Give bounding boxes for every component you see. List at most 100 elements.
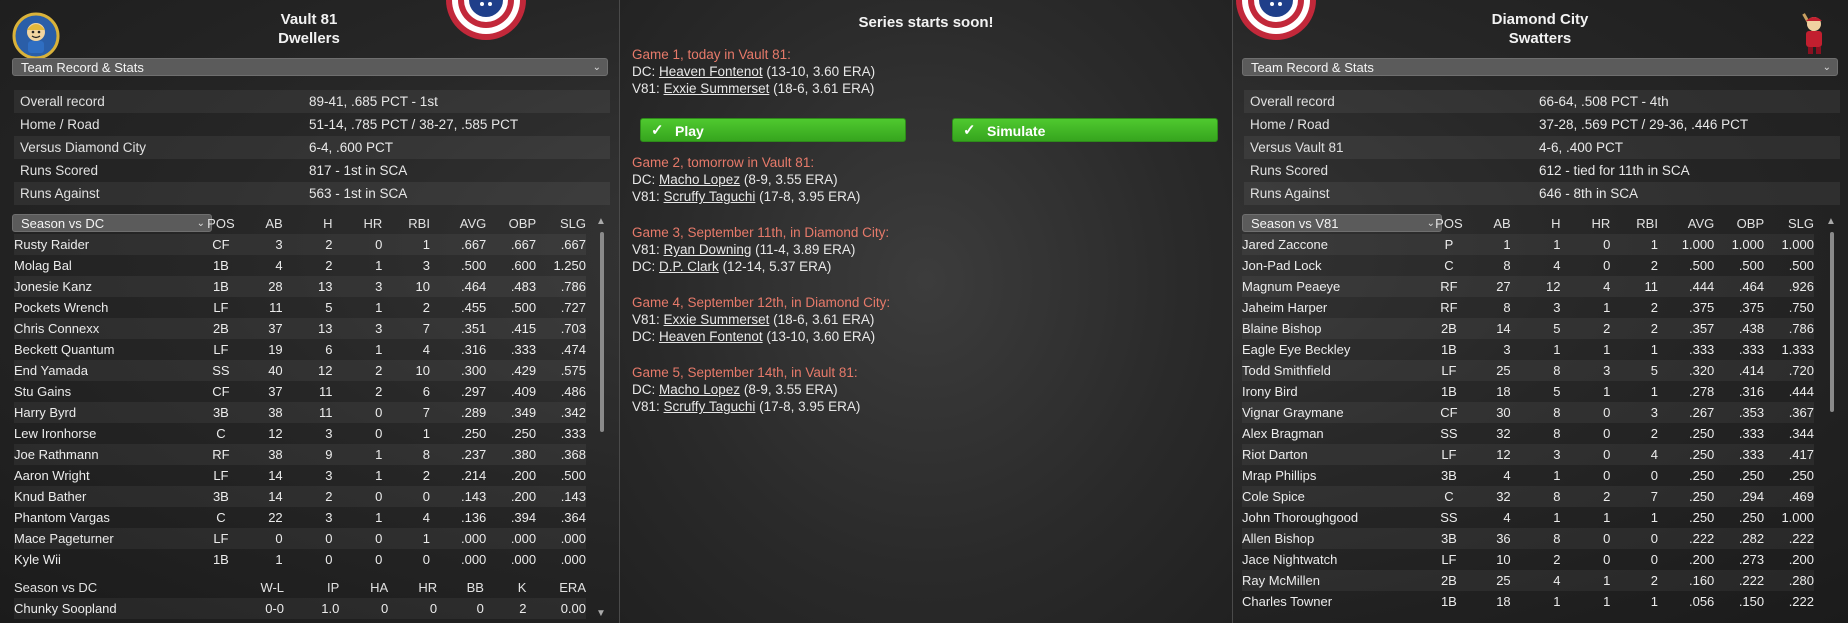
team-stats-dropdown[interactable]: Team Record & Stats ⌄ [1242, 58, 1838, 76]
pitcher-link[interactable]: Ryan Downing [664, 242, 752, 257]
table-row[interactable]: Eagle Eye Beckley 1B 3 1 1 1.333.333 1.333 [1242, 339, 1814, 360]
pitching-header-bb[interactable]: BB [437, 577, 484, 598]
stat-label: Overall record [1250, 94, 1335, 109]
play-label: Play [675, 123, 704, 139]
pitcher-link[interactable]: Macho Lopez [659, 382, 740, 397]
table-row[interactable]: Knud Bather 3B 14 2 0 0.143.200.143 [14, 486, 586, 507]
batting-header-hr[interactable]: HR [1560, 213, 1611, 234]
batting-header-obp[interactable]: OBP [486, 213, 536, 234]
table-row[interactable]: Blaine Bishop 2B 14 5 2 2.357.438.786 [1242, 318, 1814, 339]
table-row[interactable]: Phantom Vargas C 22 3 1 4 .136 .394 .364 [14, 507, 586, 528]
batter-name: Lew Ironhorse [14, 426, 97, 441]
pitching-header-ip[interactable]: IP [284, 577, 339, 598]
table-row[interactable]: Magnum Peaeye RF 27 12 4 11.444.464.926 [1242, 276, 1814, 297]
batting-header-rbi[interactable]: RBI [1610, 213, 1658, 234]
batter-obp: .000 [510, 552, 537, 567]
table-row[interactable]: End Yamada SS 40 12 2 10.300.429.575 [14, 360, 586, 381]
table-row[interactable]: Charles Towner 1B 18 1 1 1 .056 .150 .222 [1242, 591, 1814, 612]
batting-header-pos[interactable]: POS [205, 213, 238, 234]
table-row[interactable]: Irony Bird 1B 18 5 1 1 .278 .316 .444 [1242, 381, 1814, 402]
scrollbar-thumb[interactable] [600, 232, 604, 432]
pitching-header-era[interactable]: ERA [526, 577, 586, 598]
table-row[interactable]: Pockets Wrench LF 11 5 1 2 .455 .500 .727 [14, 297, 586, 318]
team-stats-dropdown[interactable]: Team Record & Stats ⌄ [12, 58, 608, 76]
scroll-up-icon[interactable]: ▲ [1826, 216, 1836, 227]
table-row[interactable]: Rusty Raider CF 3 2 0 1.667.667.667 [14, 234, 586, 255]
batting-header-h[interactable]: H [283, 213, 332, 234]
table-row[interactable]: Todd Smithfield LF 25 8 3 5.320.414.720 [1242, 360, 1814, 381]
batter-ab: 38 [237, 444, 283, 465]
batting-header-obp[interactable]: OBP [1714, 213, 1764, 234]
pitcher-link[interactable]: Scruffy Taguchi [664, 189, 756, 204]
batter-slg: .926 [1764, 276, 1814, 297]
batter-h: 1 [1553, 468, 1561, 483]
table-row[interactable]: Alex Bragman SS 32 8 0 2 .250 .333 .344 [1242, 423, 1814, 444]
pitching-header-wl[interactable]: W-L [233, 577, 284, 598]
table-row[interactable]: Jonesie Kanz 1B 28 13 3 10.464.483.786 [14, 276, 586, 297]
pitcher-link[interactable]: Exxie Summerset [664, 312, 770, 327]
batting-header-avg[interactable]: AVG [430, 213, 487, 234]
batting-header-rbi[interactable]: RBI [382, 213, 430, 234]
batting-header-hr[interactable]: HR [332, 213, 383, 234]
play-button[interactable]: ✓ Play [640, 118, 906, 142]
batter-pos: 1B [1440, 594, 1457, 609]
batter-rbi: 0 [382, 486, 430, 507]
table-row[interactable]: Allen Bishop 3B 36 8 0 0.222.282.222 [1242, 528, 1814, 549]
table-row[interactable]: Harry Byrd 3B 38 11 0 7.289.349.342 [14, 402, 586, 423]
table-row[interactable]: Jon-Pad Lock C 8 4 0 2 .500 .500 .500 [1242, 255, 1814, 276]
batting-header-slg[interactable]: SLG [536, 213, 586, 234]
batter-avg: .250 [1657, 444, 1715, 465]
table-row[interactable]: Mace Pageturner LF 0 0 0 1.000.000.000 [14, 528, 586, 549]
batter-ab: 40 [237, 360, 283, 381]
pitching-header-k[interactable]: K [484, 577, 527, 598]
table-row[interactable]: Beckett Quantum LF 19 6 1 4 .316 .333 .474 [14, 339, 586, 360]
batter-rbi: 2 [422, 300, 430, 315]
table-row[interactable]: Kyle Wii 1B 1 0 0 0 .000 .000 .000 [14, 549, 586, 570]
pitching-header-hr[interactable]: HR [388, 577, 437, 598]
batter-avg: .351 [429, 318, 487, 339]
batting-header-avg[interactable]: AVG [1658, 213, 1715, 234]
batter-obp: .429 [486, 360, 537, 381]
scrollbar-thumb[interactable] [1830, 232, 1834, 412]
batter-obp: .200 [510, 468, 537, 483]
table-row[interactable]: Jared Zaccone P 1 1 0 1 1.000 1.000 1.000 [1242, 234, 1814, 255]
table-row[interactable]: Molag Bal 1B 4 2 1 3 .500 .600 1.250 [14, 255, 586, 276]
batter-name: Allen Bishop [1242, 528, 1433, 549]
table-row[interactable]: Lew Ironhorse C 12 3 0 1 .250 .250 .333 [14, 423, 586, 444]
table-row[interactable]: Vignar Graymane CF 30 8 0 3.267.353.367 [1242, 402, 1814, 423]
simulate-button[interactable]: ✓ Simulate [952, 118, 1218, 142]
pitcher-link[interactable]: Exxie Summerset [664, 81, 770, 96]
pitcher-link[interactable]: D.P. Clark [659, 259, 719, 274]
scroll-up-icon[interactable]: ▲ [596, 216, 606, 227]
batter-hr: 0 [1560, 402, 1611, 423]
table-row[interactable]: Cole Spice C 32 8 2 7.250.294.469 [1242, 486, 1814, 507]
batting-header-ab[interactable]: AB [237, 213, 282, 234]
table-row[interactable]: Mrap Phillips 3B 4 1 0 0 .250 .250 .250 [1242, 465, 1814, 486]
pitcher-link[interactable]: Heaven Fontenot [659, 329, 763, 344]
batter-name: Aaron Wright [14, 468, 90, 483]
batter-name: Cole Spice [1242, 486, 1433, 507]
batter-pos: LF [213, 300, 229, 315]
batting-header-pos[interactable]: POS [1433, 213, 1466, 234]
table-row[interactable]: Aaron Wright LF 14 3 1 2 .214 .200 .500 [14, 465, 586, 486]
batter-rbi: 1 [1650, 384, 1658, 399]
table-row[interactable]: John Thoroughgood SS 4 1 1 1 .250 .250 1.000 [1242, 507, 1814, 528]
scroll-down-icon[interactable]: ▼ [596, 608, 606, 619]
batting-header-slg[interactable]: SLG [1764, 213, 1814, 234]
batter-h: 3 [325, 510, 333, 525]
table-row[interactable]: Ray McMillen 2B 25 4 1 2.160.222.280 [1242, 570, 1814, 591]
pitching-header-ha[interactable]: HA [339, 577, 388, 598]
batter-hr: 1 [1603, 342, 1611, 357]
table-row[interactable]: Chris Connexx 2B 37 13 3 7.351.415.703 [14, 318, 586, 339]
table-row[interactable]: Joe Rathmann RF 38 9 1 8.237.380.368 [14, 444, 586, 465]
table-row[interactable]: Riot Darton LF 12 3 0 4.250.333.417 [1242, 444, 1814, 465]
pitcher-link[interactable]: Heaven Fontenot [659, 64, 763, 79]
pitcher-link[interactable]: Macho Lopez [659, 172, 740, 187]
table-row[interactable]: Jaheim Harper RF 8 3 1 2 .375 .375 .750 [1242, 297, 1814, 318]
table-row[interactable]: Jace Nightwatch LF 10 2 0 0 .200 .273 .200 [1242, 549, 1814, 570]
table-row[interactable]: Stu Gains CF 37 11 2 6 .297 .409 .486 [14, 381, 586, 402]
pitcher-link[interactable]: Scruffy Taguchi [664, 399, 756, 414]
batting-header-ab[interactable]: AB [1465, 213, 1510, 234]
batting-header-h[interactable]: H [1511, 213, 1560, 234]
table-row[interactable]: Chunky Soopland 0-0 1.0 0 0 0 2 0.00 [14, 598, 586, 619]
